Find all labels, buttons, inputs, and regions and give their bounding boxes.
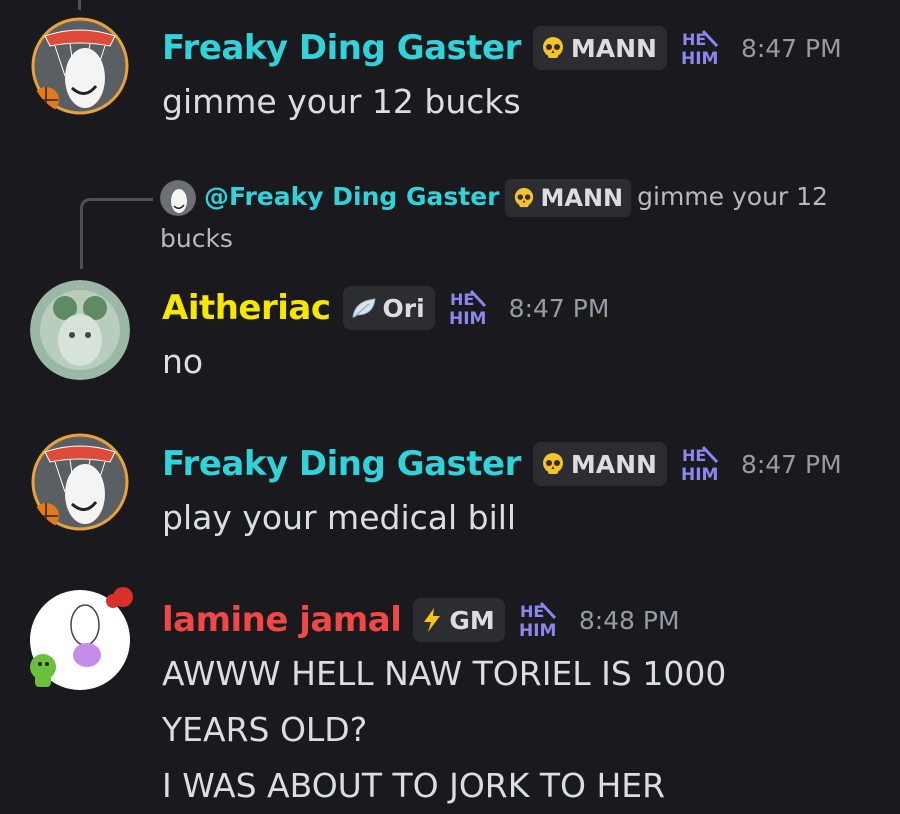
author-name[interactable]: lamine jamal [162,600,402,640]
skull-icon [515,187,534,208]
timestamp: 8:48 PM [578,605,680,635]
lamine-avatar-icon [30,587,133,690]
role-tag-label: MANN [570,33,657,63]
timestamp: 8:47 PM [740,449,842,479]
message-text: gimme your 12 bucks [162,82,521,121]
role-tag-label: Ori [382,293,425,323]
gaster-mini-avatar-icon [160,180,196,216]
reply-role-label: MANN [540,184,624,212]
author-name[interactable]: Aitheriac [162,288,331,328]
role-tag[interactable]: MANN [532,442,667,486]
svg-text:HIM: HIM [449,309,486,328]
role-tag[interactable]: MANN [532,26,667,70]
role-tag[interactable]: Ori [342,286,435,330]
svg-text:HIM: HIM [681,465,718,484]
svg-text:HIM: HIM [519,621,556,640]
message-text-line-1: AWWW HELL NAW TORIEL IS 1000 [162,654,727,693]
message-header: Freaky Ding Gaster MANN HE HIM 8:47 PM [162,442,842,486]
role-tag[interactable]: GM [413,598,505,642]
svg-text:HIM: HIM [681,49,718,68]
lightning-icon [424,608,441,632]
reply-preview[interactable]: @Freaky Ding Gaster MANN gimme your 12 buck… [160,176,840,260]
reply-text-a: gimme your 12 [637,182,828,211]
skull-icon [542,37,563,58]
reply-mention[interactable]: @Freaky Ding Gaster [204,182,499,211]
message-header: Freaky Ding Gaster MANN HE HIM 8:47 PM [162,26,842,70]
message-text: no [162,342,204,381]
message-header: lamine jamal GM HE HIM 8:48 PM [162,598,680,642]
avatar[interactable] [30,16,130,116]
avatar[interactable] [30,280,130,380]
pronoun-badge-icon[interactable]: HE HIM [679,28,721,68]
aitheriac-avatar-icon [30,280,130,380]
role-tag-label: GM [449,605,495,635]
reply-text-b: bucks [160,224,233,253]
thread-connector-line [78,0,81,10]
timestamp: 8:47 PM [740,33,842,63]
reply-avatar [160,180,196,216]
skull-icon [542,453,563,474]
message-text-line-3: I WAS ABOUT TO JORK TO HER [162,766,666,805]
message-text: play your medical bill [162,498,517,537]
message-text-line-2: YEARS OLD? [162,710,368,749]
gaster-avatar-icon [31,17,129,115]
pronoun-badge-icon[interactable]: HE HIM [517,600,559,640]
message-header: Aitheriac Ori HE HIM 8:47 PM [162,286,609,330]
avatar[interactable] [30,432,130,532]
reply-connector-line [80,198,153,269]
role-tag-label: MANN [570,449,657,479]
gaster-avatar-icon [31,433,129,531]
pronoun-badge-icon[interactable]: HE HIM [679,444,721,484]
timestamp: 8:47 PM [508,293,610,323]
leaf-icon [351,298,376,318]
reply-role-tag: MANN [505,179,632,217]
author-name[interactable]: Freaky Ding Gaster [162,28,521,68]
pronoun-badge-icon[interactable]: HE HIM [447,288,489,328]
avatar[interactable] [30,587,133,690]
author-name[interactable]: Freaky Ding Gaster [162,444,521,484]
